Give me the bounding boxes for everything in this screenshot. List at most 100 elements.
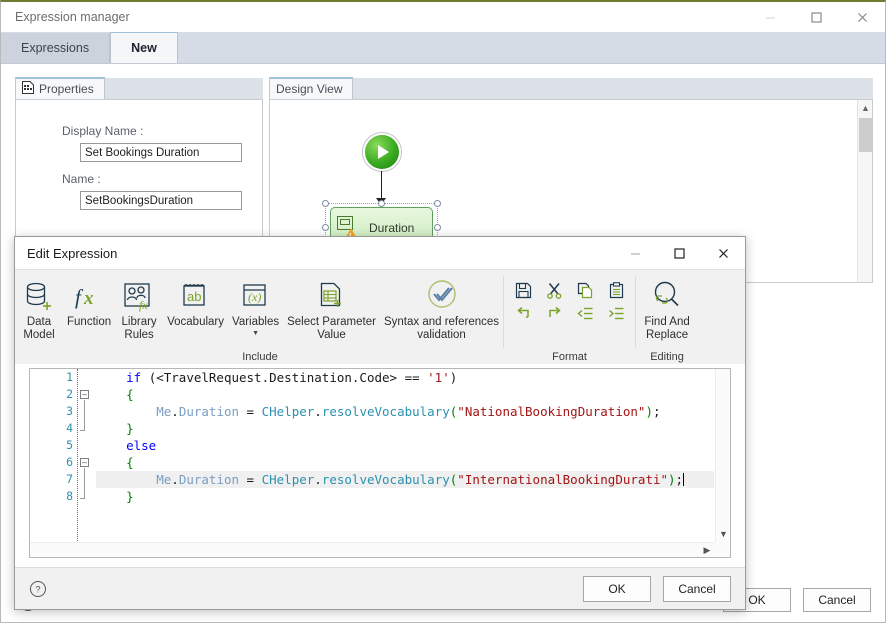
edit-expression-dialog: Edit Expression Data Model f x Function … [14, 236, 746, 610]
design-tabbar: Design View [269, 77, 873, 100]
editor-fold-column: – – [80, 369, 96, 557]
line-number: 4 [66, 421, 73, 435]
editor-vertical-scrollbar[interactable]: ▼ [715, 369, 730, 542]
svg-text:(x): (x) [248, 290, 261, 304]
format-group-label: Format [552, 351, 587, 363]
syntax-validation-button[interactable]: Syntax and references validation [380, 270, 503, 365]
tab-new[interactable]: New [110, 31, 178, 63]
resize-handle[interactable] [434, 200, 441, 207]
start-play-node[interactable] [363, 133, 401, 171]
indent-icon[interactable] [605, 303, 627, 323]
properties-tabbar: Properties [15, 77, 263, 100]
editing-group-label: Editing [650, 351, 684, 363]
main-cancel-button[interactable]: Cancel [803, 588, 871, 612]
dialog-title: Edit Expression [27, 245, 118, 261]
syntax-validation-label-line1: Syntax and references [383, 316, 500, 328]
line-number: 5 [66, 438, 73, 452]
fold-guide-end [80, 430, 85, 431]
maximize-button[interactable] [793, 2, 839, 32]
fold-toggle-icon[interactable]: – [80, 390, 89, 399]
dialog-minimize-button[interactable] [613, 237, 657, 269]
copy-icon[interactable] [574, 280, 596, 300]
redo-icon[interactable] [543, 303, 565, 323]
ribbon-group-format: Format [504, 270, 635, 365]
main-tabstrip: Expressions New [1, 31, 885, 64]
line-number: 2 [66, 387, 73, 401]
library-rules-label-line2: Rules [124, 328, 154, 341]
fold-toggle-icon[interactable]: – [80, 458, 89, 467]
scroll-up-icon[interactable]: ▲ [858, 100, 872, 116]
dialog-ok-button[interactable]: OK [583, 576, 651, 602]
line-number: 1 [66, 370, 73, 384]
outdent-icon[interactable] [574, 303, 596, 323]
scroll-thumb[interactable] [859, 118, 872, 152]
code-line: } [96, 421, 134, 436]
fold-guide [84, 400, 85, 431]
paste-icon[interactable] [605, 280, 627, 300]
play-triangle-icon [378, 145, 389, 159]
resize-handle[interactable] [434, 224, 441, 231]
editor-gutter: 1 2 3 4 5 6 7 8 [30, 369, 78, 557]
svg-text:ab: ab [187, 289, 201, 304]
activity-label: Duration [369, 221, 415, 235]
editor-horizontal-scrollbar[interactable]: ▶ [30, 542, 715, 557]
flow-connector [381, 171, 382, 201]
main-titlebar: Expression manager [1, 2, 885, 32]
window-title: Expression manager [15, 10, 130, 24]
svg-text:fx: fx [139, 298, 148, 312]
line-number: 3 [66, 404, 73, 418]
resize-handle[interactable] [378, 200, 385, 207]
name-input[interactable] [80, 191, 242, 210]
scroll-down-icon[interactable]: ▼ [716, 528, 730, 540]
tab-properties[interactable]: Properties [15, 77, 105, 99]
code-line: Me.Duration = CHelper.resolveVocabulary(… [156, 404, 661, 419]
library-rules-button[interactable]: fx Library Rules [115, 270, 163, 365]
select-parameter-value-label-line2: Value [317, 328, 346, 341]
dialog-titlebar: Edit Expression [15, 237, 745, 269]
line-number: 6 [66, 455, 73, 469]
display-name-input[interactable] [80, 143, 242, 162]
editor-code-area[interactable]: if (<TravelRequest.Destination.Code> == … [96, 369, 714, 541]
chevron-down-icon[interactable]: ▼ [252, 329, 259, 338]
close-button[interactable] [839, 2, 885, 32]
library-rules-icon: fx [122, 276, 156, 316]
data-model-label-line1: Data [26, 316, 52, 328]
window-controls [747, 2, 885, 32]
scrollbar-corner [715, 542, 730, 557]
code-line-active: Me.Duration = CHelper.resolveVocabulary(… [96, 471, 714, 488]
save-icon[interactable] [512, 280, 534, 300]
cut-scissors-icon[interactable] [543, 280, 565, 300]
display-name-label: Display Name : [62, 124, 144, 138]
code-line: { [96, 455, 134, 470]
library-rules-label-line1: Library [121, 316, 157, 328]
database-add-icon [22, 276, 56, 316]
minimize-button[interactable] [747, 2, 793, 32]
dialog-close-button[interactable] [701, 237, 745, 269]
undo-icon[interactable] [512, 303, 534, 323]
dialog-maximize-button[interactable] [657, 237, 701, 269]
code-line: if (<TravelRequest.Destination.Code> == … [126, 370, 458, 385]
svg-text:?: ? [35, 585, 40, 595]
dialog-cancel-button[interactable]: Cancel [663, 576, 731, 602]
dialog-ribbon: Data Model f x Function fx Library Rules… [15, 269, 745, 364]
function-button[interactable]: f x Function [63, 270, 115, 365]
syntax-validation-check-icon [423, 276, 461, 316]
expression-code-editor[interactable]: 1 2 3 4 5 6 7 8 – – if (<TravelRequest.D… [29, 368, 731, 558]
line-number: 7 [66, 472, 73, 486]
name-label: Name : [62, 172, 101, 186]
data-model-button[interactable]: Data Model [15, 270, 63, 365]
resize-handle[interactable] [322, 200, 329, 207]
code-line: } [96, 489, 134, 504]
properties-tab-label: Properties [39, 82, 94, 96]
tab-expressions[interactable]: Expressions [1, 33, 111, 63]
format-row-1 [512, 280, 627, 300]
help-question-icon[interactable]: ? [29, 580, 47, 601]
properties-grid-icon [22, 81, 34, 97]
fold-guide [84, 468, 85, 499]
scroll-right-icon[interactable]: ▶ [701, 543, 713, 557]
tab-design-view[interactable]: Design View [269, 77, 354, 99]
dialog-window-controls [613, 237, 745, 269]
design-vertical-scrollbar[interactable]: ▲ [857, 100, 872, 282]
resize-handle[interactable] [322, 224, 329, 231]
find-replace-label-line1: Find And [644, 316, 690, 328]
